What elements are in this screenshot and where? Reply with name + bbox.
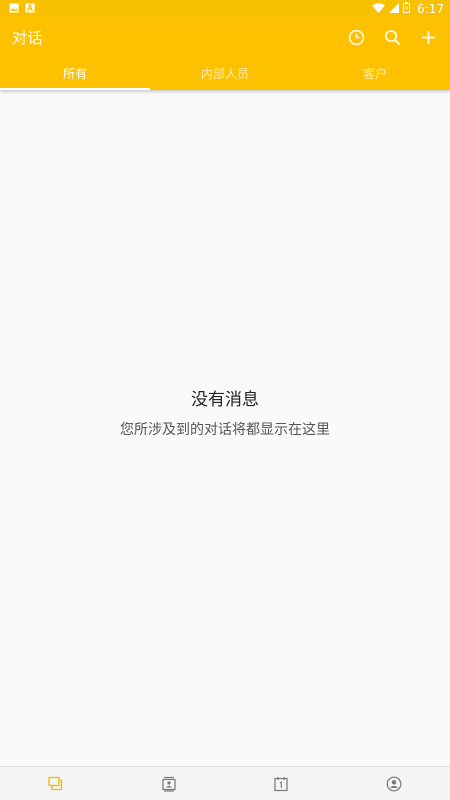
empty-state-subtitle: 您所涉及到的对话将都显示在这里: [120, 422, 330, 438]
clock-icon: [348, 29, 364, 45]
status-left: [9, 2, 35, 16]
app-bar: 对话: [0, 18, 450, 56]
chat-icon: [48, 776, 63, 790]
tab-customers[interactable]: 客户: [300, 56, 450, 90]
empty-state: 没有消息 您所涉及到的对话将都显示在这里: [0, 385, 450, 439]
tab-bar: 所有 内部人员 客户: [0, 56, 450, 90]
signal-icon: [389, 2, 400, 16]
app-bar-actions: [346, 27, 438, 47]
bottom-nav: [0, 766, 450, 800]
add-button[interactable]: [418, 27, 438, 47]
image-icon: [9, 2, 19, 16]
nav-conversations[interactable]: [0, 767, 113, 800]
empty-state-title: 没有消息: [191, 390, 259, 410]
history-button[interactable]: [346, 27, 366, 47]
wifi-icon: [372, 2, 386, 16]
tab-all[interactable]: 所有: [0, 56, 150, 90]
search-button[interactable]: [382, 27, 402, 47]
battery-icon: [403, 2, 411, 16]
tab-internal-staff[interactable]: 内部人员: [150, 56, 300, 90]
add-icon: [421, 30, 435, 44]
status-right: 6:17: [372, 2, 444, 16]
calendar-icon: [274, 776, 288, 791]
contacts-icon: [162, 776, 176, 792]
nav-calendar[interactable]: [225, 767, 338, 800]
profile-icon: [386, 776, 402, 791]
search-icon: [384, 29, 400, 45]
nav-profile[interactable]: [338, 767, 450, 800]
status-time: 6:17: [417, 2, 444, 16]
status-bar: 6:17: [0, 0, 450, 18]
nav-contacts[interactable]: [113, 767, 226, 800]
text-a-icon: [25, 2, 35, 16]
page-title: 对话: [12, 28, 44, 47]
